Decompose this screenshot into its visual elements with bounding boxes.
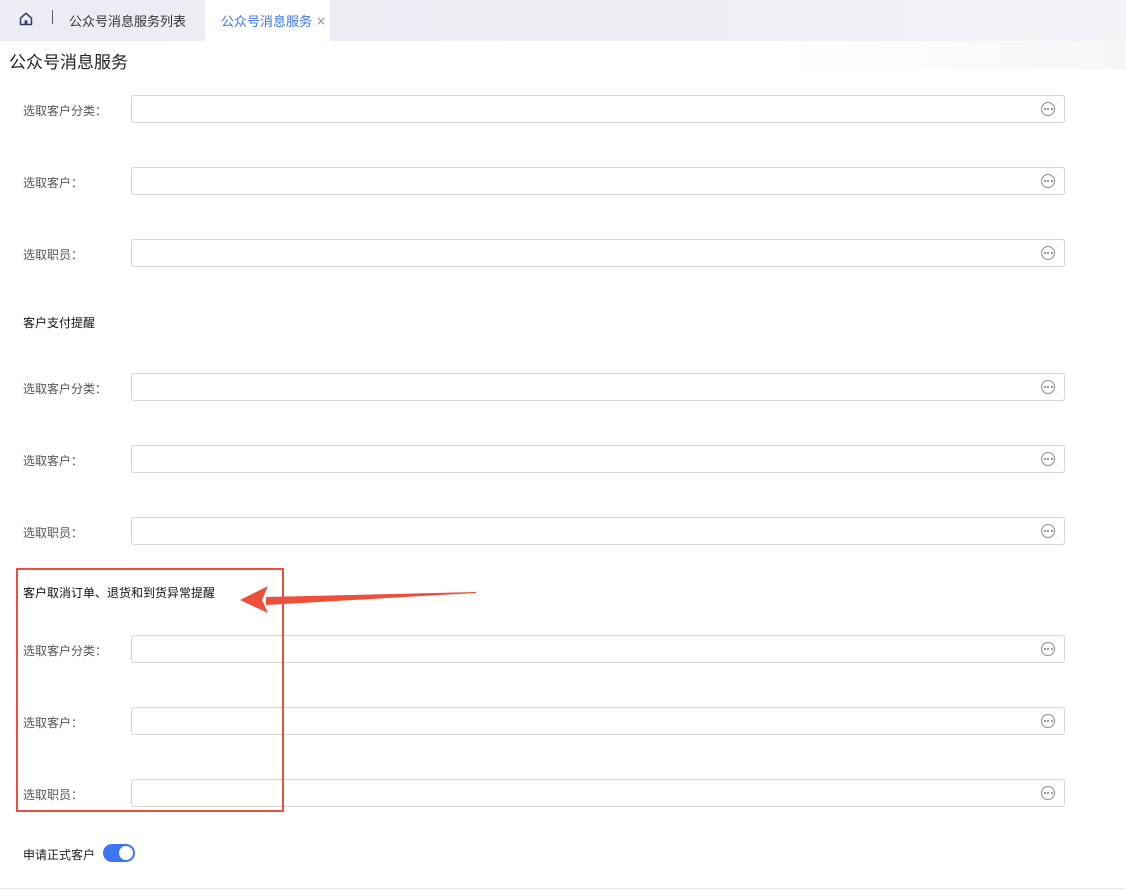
- ellipsis-icon[interactable]: [1041, 174, 1055, 188]
- annotation-arrow-icon: [240, 586, 476, 613]
- ellipsis-icon[interactable]: [1041, 714, 1055, 728]
- ellipsis-icon[interactable]: [1041, 524, 1055, 538]
- employee-input[interactable]: [131, 517, 1065, 545]
- customer-input[interactable]: [131, 445, 1065, 473]
- tab-divider: [52, 10, 53, 24]
- divider: [0, 888, 1126, 889]
- ellipsis-icon[interactable]: [1041, 452, 1055, 466]
- close-icon[interactable]: ×: [316, 14, 326, 28]
- tab-service-list[interactable]: 公众号消息服务列表: [56, 0, 204, 41]
- customer-category-input[interactable]: [131, 373, 1065, 401]
- home-button[interactable]: [14, 7, 38, 31]
- field-label: 选取客户：: [23, 454, 84, 468]
- customer-category-input[interactable]: [131, 95, 1065, 123]
- ellipsis-icon[interactable]: [1041, 380, 1055, 394]
- field-label: 选取职员：: [23, 526, 84, 540]
- ellipsis-icon[interactable]: [1041, 642, 1055, 656]
- field-label: 选取客户分类：: [23, 104, 108, 118]
- page-title: 公众号消息服务: [9, 53, 128, 73]
- field-label: 选取客户：: [23, 176, 84, 190]
- ellipsis-icon[interactable]: [1041, 246, 1055, 260]
- tab-label: 公众号消息服务: [221, 15, 313, 30]
- tab-label: 公众号消息服务列表: [69, 15, 187, 30]
- toggle-knob: [119, 846, 133, 860]
- field-label: 选取职员：: [23, 248, 84, 262]
- section-title-payment-reminder: 客户支付提醒: [23, 316, 96, 330]
- apply-formal-customer-toggle[interactable]: [103, 844, 135, 862]
- ellipsis-icon[interactable]: [1041, 786, 1055, 800]
- employee-input[interactable]: [131, 239, 1065, 267]
- apply-formal-customer-label: 申请正式客户: [23, 848, 96, 862]
- customer-input[interactable]: [131, 167, 1065, 195]
- tab-service-active[interactable]: 公众号消息服务 ×: [205, 0, 330, 41]
- ellipsis-icon[interactable]: [1041, 102, 1055, 116]
- tab-bar: 公众号消息服务列表 公众号消息服务 ×: [0, 0, 1126, 41]
- home-icon: [19, 12, 33, 26]
- field-label: 选取客户分类：: [23, 382, 108, 396]
- title-band: [0, 41, 1126, 69]
